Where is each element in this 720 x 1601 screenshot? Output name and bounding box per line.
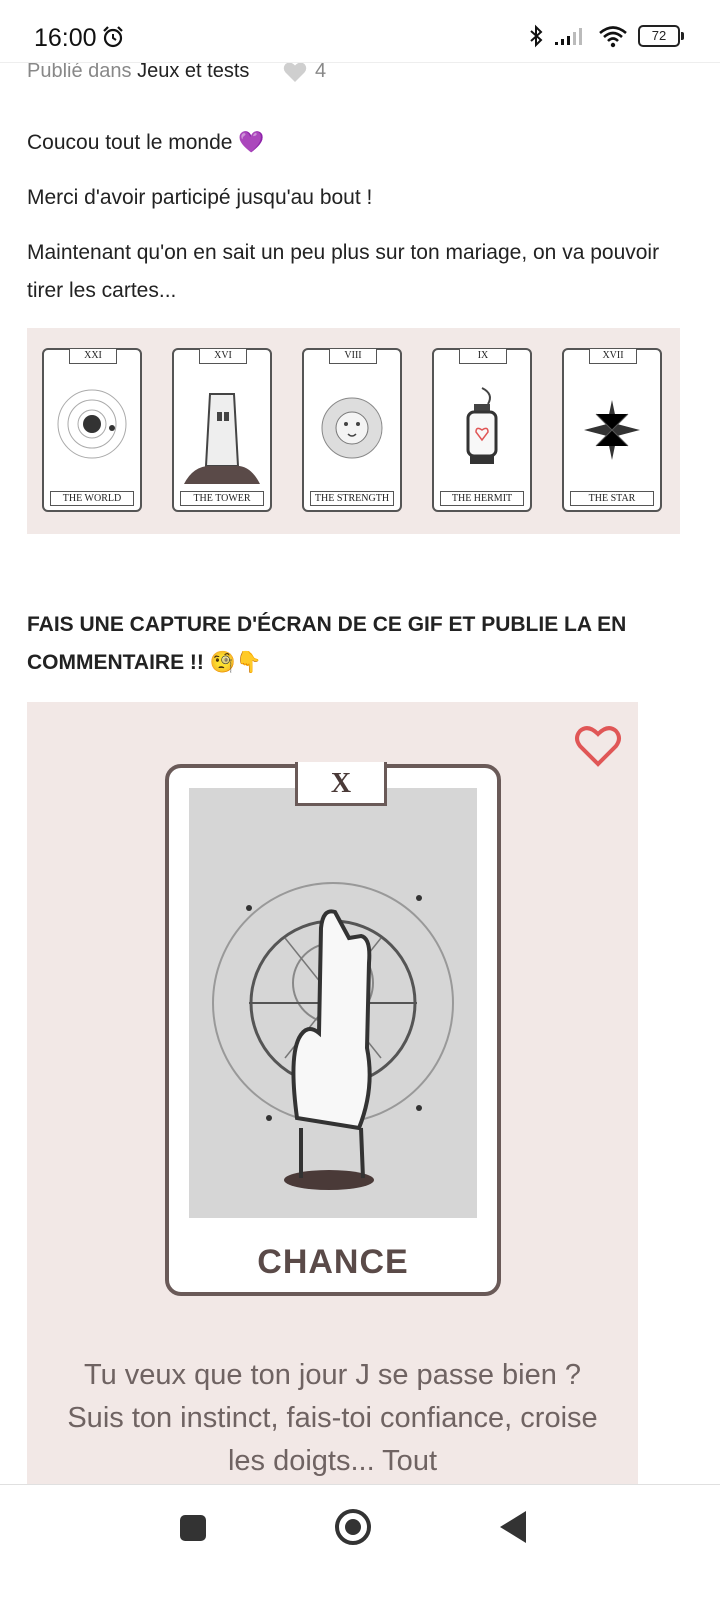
- card-name: THE HERMIT: [440, 491, 524, 506]
- card-numeral: IX: [459, 348, 507, 364]
- status-bar: 16:00 72: [0, 0, 720, 63]
- card-name: THE WORLD: [50, 491, 134, 506]
- card-name: CHANCE: [257, 1243, 409, 1281]
- android-navigation-bar: [0, 1484, 720, 1601]
- tarot-card-world: XXI THE WORLD: [42, 348, 142, 512]
- heart-icon: [283, 62, 307, 82]
- status-time: 16:00: [34, 24, 97, 52]
- tower-icon: [184, 393, 260, 484]
- posted-in-line: Publié dans Jeux et tests: [27, 60, 249, 83]
- lantern-icon: [466, 387, 498, 464]
- posted-prefix: Publié dans: [27, 60, 132, 82]
- star-icon: [584, 400, 640, 460]
- like-count: 4: [315, 60, 327, 82]
- bluetooth-icon: [530, 24, 543, 48]
- card-name: THE TOWER: [180, 491, 264, 506]
- tarot-card-strength: VIII THE STRENGTH: [302, 348, 402, 512]
- recent-apps-button[interactable]: [178, 1513, 208, 1543]
- chance-gif-image: X CHANCE Tu veux que ton jour J se passe…: [27, 702, 638, 1492]
- intro-text: Maintenant qu'on en sait un peu plus sur…: [27, 241, 660, 302]
- wifi-icon: [599, 26, 627, 48]
- card-name: THE STRENGTH: [310, 491, 394, 506]
- battery-icon: 72: [638, 25, 684, 47]
- status-icons: 72: [528, 24, 684, 48]
- card-numeral: VIII: [329, 348, 377, 364]
- tarot-card-hermit: IX THE HERMIT: [432, 348, 532, 512]
- card-numeral: XVII: [589, 348, 637, 364]
- heart-outline-icon: [575, 726, 621, 767]
- battery-level: 72: [651, 28, 667, 43]
- crossed-fingers-icon: [170, 788, 454, 1190]
- signal-icon: [555, 28, 582, 45]
- home-button[interactable]: [333, 1507, 373, 1547]
- like-button[interactable]: 4: [283, 60, 326, 83]
- tarot-card-tower: XVI THE TOWER: [172, 348, 272, 512]
- tarot-cards-image: XXI THE WORLD XVI THE TOWER VIII THE STR: [27, 328, 680, 534]
- planet-orbits-icon: [57, 389, 127, 459]
- card-numeral: XXI: [69, 348, 117, 364]
- card-name: THE STAR: [570, 491, 654, 506]
- chance-tarot-card: X CHANCE: [165, 762, 501, 1296]
- category-link[interactable]: Jeux et tests: [137, 60, 249, 82]
- call-to-action-text: FAIS UNE CAPTURE D'ÉCRAN DE CE GIF ET PU…: [27, 613, 627, 674]
- tarot-card-star: XVII THE STAR: [562, 348, 662, 512]
- back-button[interactable]: [498, 1509, 528, 1545]
- greeting-text: Coucou tout le monde 💜: [27, 131, 265, 154]
- card-numeral: XVI: [199, 348, 247, 364]
- lion-icon: [321, 397, 383, 459]
- card-numeral: X: [295, 762, 387, 806]
- card-illustration: [170, 788, 477, 1218]
- thanks-text: Merci d'avoir participé jusqu'au bout !: [27, 186, 373, 209]
- alarm-icon: [103, 26, 123, 48]
- gif-caption: Tu veux que ton jour J se passe bien ? S…: [67, 1359, 598, 1477]
